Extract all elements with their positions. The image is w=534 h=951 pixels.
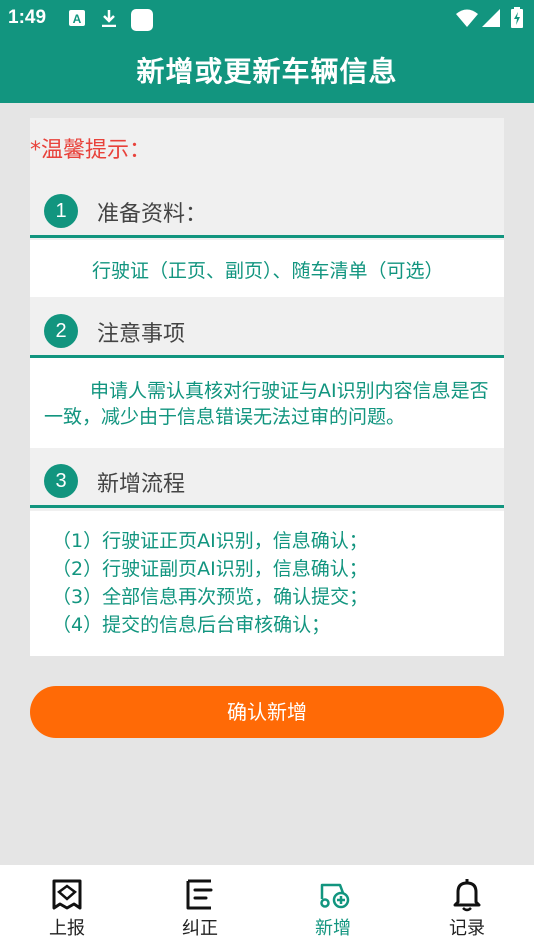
process-step: （1）行驶证正页AI识别，信息确认； xyxy=(52,530,368,552)
download-icon xyxy=(102,10,116,27)
section-title: 新增流程 xyxy=(97,472,186,497)
section-process-body: （1）行驶证正页AI识别，信息确认； （2）行驶证副页AI识别，信息确认； （3… xyxy=(30,511,504,656)
info-card: *温馨提示： 1 准备资料： 行驶证（正页、副页）、随车清单（可选） 2 注意事… xyxy=(30,118,504,656)
divider xyxy=(30,505,504,508)
step-number-badge: 2 xyxy=(44,314,78,348)
add-vehicle-icon xyxy=(320,883,350,909)
prepare-text: 行驶证（正页、副页）、随车清单（可选） xyxy=(92,260,444,282)
page-title: 新增或更新车辆信息 xyxy=(136,55,398,88)
step-number-badge: 3 xyxy=(44,464,78,498)
wifi-icon xyxy=(456,9,478,27)
bell-icon xyxy=(453,879,481,912)
notification-blank-icon xyxy=(131,9,153,31)
status-bar: 1:49 A xyxy=(0,0,534,36)
section-prepare-header: 1 准备资料： xyxy=(30,184,504,238)
nav-label: 记录 xyxy=(449,918,485,939)
process-step: （3）全部信息再次预览，确认提交； xyxy=(52,586,369,608)
nav-item-correct[interactable]: 纠正 xyxy=(133,865,267,951)
nav-label: 纠正 xyxy=(182,918,218,939)
process-step: （2）行驶证副页AI识别，信息确认； xyxy=(52,558,368,580)
notice-label: *温馨提示： xyxy=(30,138,152,163)
confirm-add-button[interactable]: 确认新增 xyxy=(30,686,504,738)
nav-label: 上报 xyxy=(49,918,85,939)
nav-item-records[interactable]: 记录 xyxy=(400,865,534,951)
notification-a-icon: A xyxy=(69,10,85,26)
battery-icon xyxy=(511,7,523,28)
report-icon xyxy=(52,879,82,910)
section-title: 注意事项 xyxy=(97,322,186,347)
section-notes-header: 2 注意事项 xyxy=(30,304,504,358)
nav-item-report[interactable]: 上报 xyxy=(0,865,134,951)
app-header: 1:49 A 新增或更新车辆信息 xyxy=(0,0,534,103)
nav-label: 新增 xyxy=(315,918,351,939)
step-number-badge: 1 xyxy=(44,194,78,228)
process-step: （4）提交的信息后台审核确认； xyxy=(52,614,331,636)
correct-icon xyxy=(186,879,213,910)
svg-text:A: A xyxy=(73,12,82,26)
status-time: 1:49 xyxy=(8,7,47,28)
nav-item-add[interactable]: 新增 xyxy=(266,865,400,951)
bottom-nav: 上报 纠正 新增 记录 xyxy=(0,865,534,951)
section-prepare-body: 行驶证（正页、副页）、随车清单（可选） xyxy=(30,240,504,297)
divider xyxy=(30,235,504,238)
notes-text: 申请人需认真核对行驶证与AI识别内容信息是否一致，减少由于信息错误无法过审的问题… xyxy=(44,380,489,428)
section-notes-body: 申请人需认真核对行驶证与AI识别内容信息是否一致，减少由于信息错误无法过审的问题… xyxy=(30,358,504,448)
signal-icon xyxy=(482,9,500,27)
section-process-header: 3 新增流程 xyxy=(30,454,504,508)
section-title: 准备资料： xyxy=(97,202,208,227)
